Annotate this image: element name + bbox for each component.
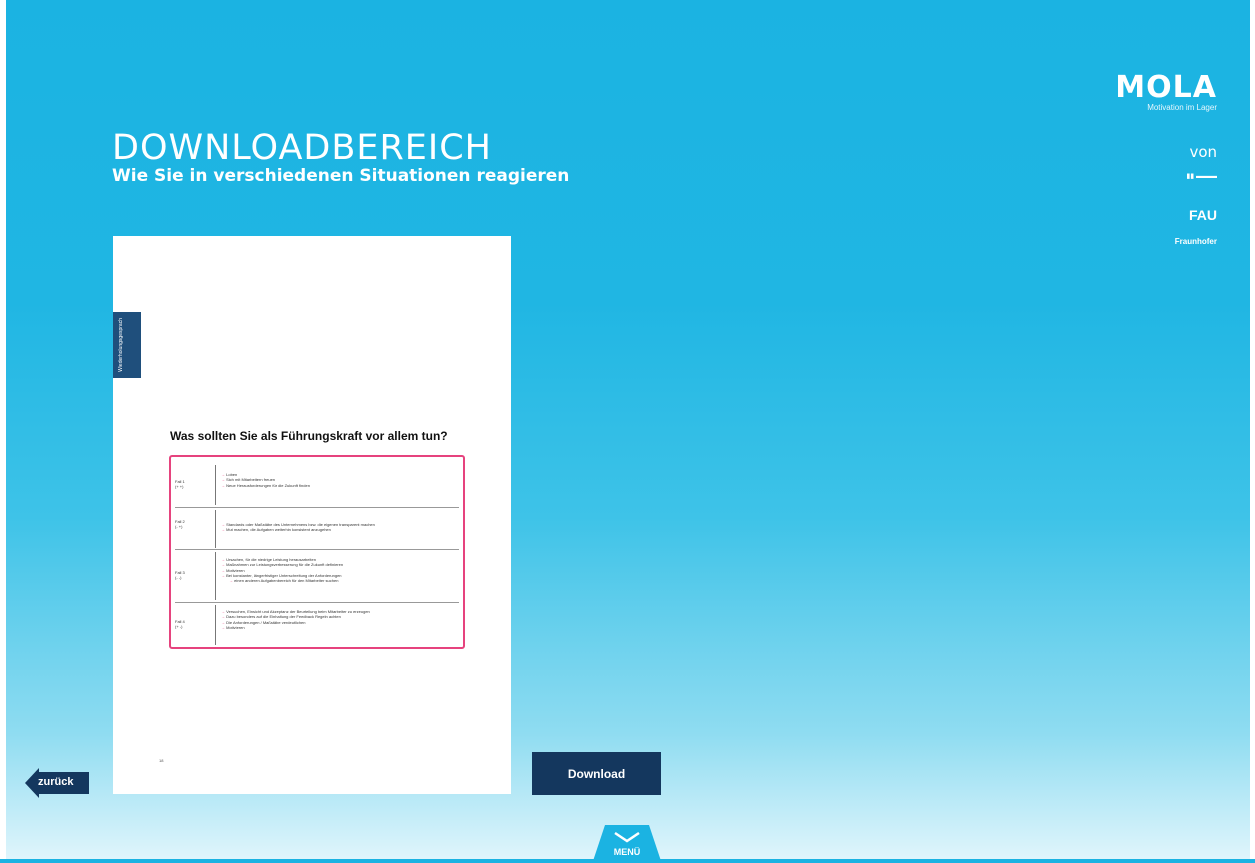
case-separator [175,549,459,550]
document-preview: Wiederholungsgesprach Was sollten Sie al… [113,236,511,794]
case-row: Fall 1 (+ +) Loben Sich mit Mitarbeitern… [175,465,459,505]
partner-logo-fraunhofer: Fraunhofer [1174,237,1217,246]
download-button[interactable]: Download [532,752,661,795]
case-item: Mut machen, die Aufgaben weiterhin konsi… [221,527,459,532]
case-items: Loben Sich mit Mitarbeitern freuen Neue … [221,472,459,488]
document-page-number: 18 [159,758,164,763]
case-label: Fall 3 (- -) [175,570,185,580]
page-title: DOWNLOADBEREICH [112,128,493,168]
case-items: Versuchen, Einsicht und Akzeptanz der Be… [221,609,459,630]
document-side-tab: Wiederholungsgesprach [113,312,141,378]
partners-label: von [1189,143,1217,161]
left-frame [0,0,6,863]
cases-table: Fall 1 (+ +) Loben Sich mit Mitarbeitern… [169,455,465,649]
case-separator [175,602,459,603]
case-item: Motivieren [221,625,459,630]
document-side-tab-label: Wiederholungsgesprach [118,318,124,372]
case-row: Fall 3 (- -) Ursachen, für die niedrige … [175,552,459,600]
case-item: einen anderen Aufgabenbereich für den Mi… [221,578,459,583]
back-button[interactable]: zurück [25,766,89,800]
case-label: Fall 4 (+ -) [175,619,185,629]
case-items: Standards oder Maßstäbe des Unternehmens… [221,522,459,533]
case-row: Fall 2 (- +) Standards oder Maßstäbe des… [175,510,459,548]
menu-label: MENÜ [613,847,641,857]
case-divider [215,510,216,548]
mola-logo: MOLA [1115,70,1217,105]
case-separator [175,507,459,508]
case-row: Fall 4 (+ -) Versuchen, Einsicht und Akz… [175,605,459,645]
partner-logo-fau: FAU [1189,207,1217,223]
mola-tagline: Motivation im Lager [1147,103,1217,112]
document-heading: Was sollten Sie als Führungskraft vor al… [170,429,448,443]
case-label: Fall 1 (+ +) [175,479,185,489]
menu-button[interactable]: MENÜ [583,823,671,861]
case-label: Fall 2 (- +) [175,519,185,529]
case-item: Neue Herausforderungen für die Zukunft f… [221,483,459,488]
partner-logo-ieo: ▮▮ ▬▬▬ [1186,173,1217,180]
case-divider [215,605,216,645]
right-frame [1250,0,1255,863]
case-items: Ursachen, für die niedrige Leistung hera… [221,557,459,583]
case-divider [215,465,216,505]
back-button-label: zurück [38,776,74,788]
page-subtitle: Wie Sie in verschiedenen Situationen rea… [112,166,570,186]
case-divider [215,552,216,600]
